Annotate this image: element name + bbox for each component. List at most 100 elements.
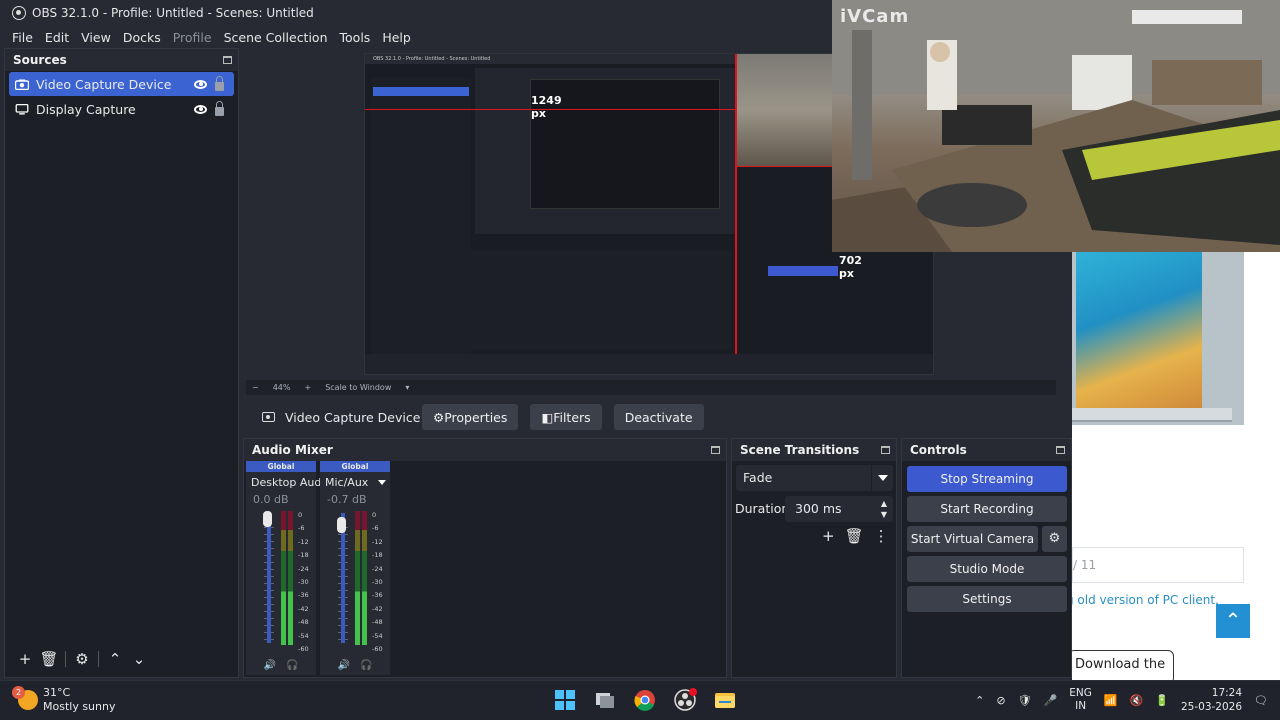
task-view-icon[interactable] xyxy=(592,687,618,713)
chevron-up-icon[interactable]: ⌃ xyxy=(975,694,984,707)
scale-mode-dropdown-icon[interactable]: ▾ xyxy=(405,383,409,392)
studio-mode-button[interactable]: Studio Mode xyxy=(907,556,1067,582)
controls-dock: Controls Stop Streaming Start Recording … xyxy=(901,438,1072,678)
camera-icon xyxy=(262,412,275,422)
stop-streaming-button[interactable]: Stop Streaming xyxy=(907,466,1067,492)
lock-icon[interactable] xyxy=(215,100,224,116)
battery-icon[interactable]: 🔋 xyxy=(1155,694,1169,707)
move-source-up-button[interactable]: ⌃ xyxy=(103,648,127,670)
channel-name-dropdown[interactable]: Desktop Audio xyxy=(246,472,340,489)
meter-tick: 0 xyxy=(372,511,377,519)
volume-fader-track[interactable] xyxy=(267,513,271,643)
zoom-out-button[interactable]: − xyxy=(252,383,259,392)
deactivate-button[interactable]: Deactivate xyxy=(613,404,704,430)
channel-volume-db: -0.7 dB xyxy=(327,493,367,506)
more-options-icon[interactable]: ⋮ xyxy=(874,527,889,545)
weather-text: 31°C Mostly sunny xyxy=(43,686,115,714)
language-code: ENG xyxy=(1069,687,1092,699)
speaker-icon[interactable]: 🔊 xyxy=(338,660,350,671)
security-shield-icon[interactable]: 🛡 xyxy=(1018,694,1032,707)
float-dock-icon[interactable] xyxy=(881,446,890,454)
transition-select[interactable]: Fade xyxy=(736,465,893,491)
headphones-icon[interactable]: 🎧 xyxy=(286,660,298,671)
windows-start-icon[interactable] xyxy=(552,687,578,713)
meter-tick: -12 xyxy=(298,537,309,546)
add-source-button[interactable]: + xyxy=(13,648,37,670)
clock[interactable]: 17:24 25-03-2026 xyxy=(1181,686,1242,714)
scroll-top-button[interactable]: ⌃ xyxy=(1216,604,1250,638)
notifications-icon[interactable]: 🗨 xyxy=(1254,694,1268,707)
meter-tick: -54 xyxy=(298,631,309,640)
laptop-base xyxy=(1072,408,1232,422)
float-dock-icon[interactable] xyxy=(1056,446,1065,454)
visibility-eye-icon[interactable] xyxy=(194,104,207,114)
remove-transition-button[interactable]: 🗑 xyxy=(845,527,864,545)
menu-tools[interactable]: Tools xyxy=(334,30,377,45)
channel-name: Mic/Aux xyxy=(325,476,369,489)
lock-icon[interactable] xyxy=(215,75,224,91)
audio-mixer-dock: Audio Mixer Global Desktop Audio 0.0 dB … xyxy=(243,438,727,678)
meter-tick: -42 xyxy=(372,604,383,613)
wifi-icon[interactable]: 📶 xyxy=(1104,694,1118,707)
obs-taskbar-icon[interactable] xyxy=(672,687,698,713)
meter-tick: -24 xyxy=(298,564,309,573)
menu-help[interactable]: Help xyxy=(376,30,417,45)
menu-edit[interactable]: Edit xyxy=(39,30,75,45)
duration-label: Duration xyxy=(735,501,790,516)
transition-tools: + 🗑 ⋮ xyxy=(822,527,889,545)
laptop-screen-image xyxy=(1076,250,1202,408)
visibility-eye-icon[interactable] xyxy=(194,79,207,89)
menu-scene-collection[interactable]: Scene Collection xyxy=(218,30,334,45)
source-item-display-capture[interactable]: Display Capture xyxy=(9,97,234,121)
menu-view[interactable]: View xyxy=(75,30,117,45)
float-dock-icon[interactable] xyxy=(223,56,232,64)
weather-sun-icon: 2 xyxy=(12,686,38,710)
camera-off-icon[interactable]: ⊘ xyxy=(996,694,1005,707)
channel-icons: 🔊 🎧 xyxy=(246,660,316,671)
toolbar-divider xyxy=(65,651,66,667)
chrome-icon[interactable] xyxy=(632,687,658,713)
properties-button[interactable]: ⚙ Properties xyxy=(422,404,519,430)
toolbar-divider xyxy=(98,651,99,667)
weather-widget[interactable]: 2 31°C Mostly sunny xyxy=(12,686,115,714)
page-count-text: / 11 xyxy=(1073,558,1097,572)
duration-input[interactable]: 300 ms ▲ ▼ xyxy=(785,496,893,522)
webcam-feed-image xyxy=(832,0,1280,252)
virtual-camera-settings-button[interactable]: ⚙ xyxy=(1042,526,1067,552)
settings-button[interactable]: Settings xyxy=(907,586,1067,612)
language-indicator[interactable]: ENG IN xyxy=(1069,687,1092,713)
start-recording-button[interactable]: Start Recording xyxy=(907,496,1067,522)
float-dock-icon[interactable] xyxy=(711,446,720,454)
audio-mixer-title: Audio Mixer xyxy=(252,443,333,457)
remove-source-button[interactable]: 🗑 xyxy=(37,648,61,670)
filter-icon: ◧ xyxy=(541,409,554,425)
menu-file[interactable]: File xyxy=(6,30,39,45)
volume-fader-handle[interactable] xyxy=(263,511,272,527)
filters-label: Filters xyxy=(553,409,591,425)
scale-mode[interactable]: Scale to Window xyxy=(325,383,391,392)
source-properties-button[interactable]: ⚙ xyxy=(70,648,94,670)
channel-volume-db: 0.0 dB xyxy=(253,493,289,506)
ivcam-webcam-window[interactable]: iVCam xyxy=(832,0,1280,252)
menu-profile[interactable]: Profile xyxy=(167,30,218,45)
meter-tick: -6 xyxy=(298,524,305,533)
add-transition-button[interactable]: + xyxy=(822,527,835,545)
source-item-video-capture[interactable]: Video Capture Device xyxy=(9,72,234,96)
source-label: Video Capture Device xyxy=(36,76,172,92)
volume-fader-handle[interactable] xyxy=(337,517,346,533)
file-explorer-icon[interactable] xyxy=(712,687,738,713)
move-source-down-button[interactable]: ⌄ xyxy=(127,648,151,670)
headphones-icon[interactable]: 🎧 xyxy=(360,660,372,671)
download-button[interactable]: Download the xyxy=(1072,650,1174,680)
zoom-in-button[interactable]: + xyxy=(304,383,311,392)
speaker-icon[interactable]: 🔊 xyxy=(264,660,276,671)
start-virtual-camera-button[interactable]: Start Virtual Camera xyxy=(907,526,1038,552)
meter-tick: -54 xyxy=(372,631,383,640)
spin-arrows-icon[interactable]: ▲ ▼ xyxy=(881,498,887,520)
zoom-level: 44% xyxy=(272,383,291,392)
microphone-icon[interactable]: 🎤 xyxy=(1044,694,1058,707)
volume-muted-icon[interactable]: 🔇 xyxy=(1130,694,1144,707)
menu-docks[interactable]: Docks xyxy=(117,30,167,45)
filters-button[interactable]: ◧ Filters xyxy=(530,404,602,430)
channel-name-dropdown[interactable]: Mic/Aux xyxy=(320,472,390,489)
